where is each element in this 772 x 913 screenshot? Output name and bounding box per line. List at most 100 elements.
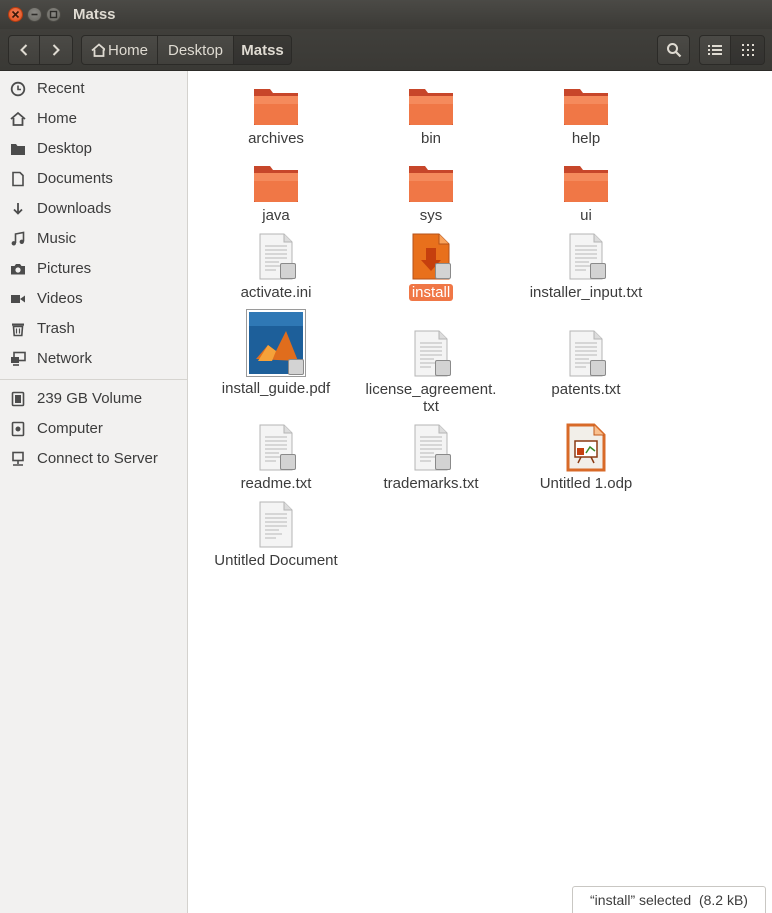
maximize-window-button[interactable]: [46, 7, 61, 22]
sidebar-item-computer[interactable]: Computer: [0, 414, 187, 444]
toolbar: Home Desktop Matss: [0, 29, 772, 71]
forward-button[interactable]: [39, 35, 73, 65]
file-item-install[interactable]: install: [356, 232, 506, 302]
text-file-icon: [564, 329, 608, 378]
text-file-icon: [254, 500, 298, 549]
list-view-button[interactable]: [699, 35, 731, 65]
file-name: install: [408, 284, 454, 301]
folder-icon: [407, 85, 455, 127]
file-item-java[interactable]: java: [201, 162, 351, 224]
breadcrumb-home[interactable]: Home: [81, 35, 158, 65]
breadcrumb-current[interactable]: Matss: [233, 35, 292, 65]
breadcrumb-desktop[interactable]: Desktop: [157, 35, 234, 65]
file-name: java: [262, 207, 290, 224]
file-item-untitled-1-odp[interactable]: Untitled 1.odp: [511, 423, 661, 492]
maximize-icon: [49, 10, 58, 19]
close-window-button[interactable]: [8, 7, 23, 22]
file-item-sys[interactable]: sys: [356, 162, 506, 224]
drive-icon: [10, 391, 26, 407]
sidebar-item-connect-to-server[interactable]: Connect to Server: [0, 444, 187, 474]
lock-icon: [280, 454, 296, 470]
sidebar-item-recent[interactable]: Recent: [0, 74, 187, 104]
computer-icon: [10, 421, 26, 437]
text-file-icon: [409, 329, 453, 378]
sidebar-item-videos[interactable]: Videos: [0, 284, 187, 314]
grid-view-button[interactable]: [730, 35, 765, 65]
sidebar-item-pictures[interactable]: Pictures: [0, 254, 187, 284]
installer-icon: [409, 232, 453, 281]
file-name: archives: [248, 130, 304, 147]
folder-icon: [10, 141, 26, 157]
file-name: activate.ini: [240, 284, 312, 301]
sidebar-item-label: Connect to Server: [37, 450, 158, 467]
file-name: trademarks.txt: [383, 475, 479, 492]
file-name: install_guide.pdf: [221, 380, 331, 397]
file-item-untitled-document[interactable]: Untitled Document: [201, 500, 351, 569]
file-name: help: [571, 130, 601, 147]
home-icon: [91, 43, 105, 57]
sidebar-item-label: 239 GB Volume: [37, 390, 143, 407]
sidebar-item-label: Home: [37, 110, 78, 127]
file-item-archives[interactable]: archives: [201, 85, 351, 147]
sidebar-item-label: Network: [37, 350, 93, 367]
search-icon: [666, 43, 681, 58]
file-item-trademarks-txt[interactable]: trademarks.txt: [356, 423, 506, 492]
chevron-right-icon: [52, 44, 60, 56]
pdf-thumbnail-icon: [246, 309, 306, 377]
sidebar-item-downloads[interactable]: Downloads: [0, 194, 187, 224]
sidebar-item-label: Music: [37, 230, 77, 247]
folder-icon: [252, 85, 300, 127]
grid-view-icon: [741, 44, 754, 56]
file-name: bin: [420, 130, 442, 147]
title-bar: Matss: [0, 0, 772, 29]
file-name: installer_input.txt: [529, 284, 643, 301]
file-name: patents.txt: [551, 381, 621, 398]
file-view[interactable]: archives bin help java sys ui activate.i…: [189, 71, 772, 913]
file-item-readme-txt[interactable]: readme.txt: [201, 423, 351, 492]
sidebar-item-network[interactable]: Network: [0, 344, 187, 374]
sidebar-item-desktop[interactable]: Desktop: [0, 134, 187, 164]
status-text: “install” selected (8.2 kB): [590, 892, 748, 908]
sidebar-item-documents[interactable]: Documents: [0, 164, 187, 194]
sidebar-item-label: Downloads: [37, 200, 112, 217]
file-item-installer-input-txt[interactable]: installer_input.txt: [511, 232, 661, 301]
sidebar-item-label: Videos: [37, 290, 83, 307]
search-button[interactable]: [657, 35, 690, 65]
minimize-window-button[interactable]: [27, 7, 42, 22]
file-item-activate-ini[interactable]: activate.ini: [201, 232, 351, 301]
file-name: ui: [580, 207, 592, 224]
window-title: Matss: [73, 6, 116, 23]
breadcrumb-current-label: Matss: [241, 41, 284, 59]
file-item-patents-txt[interactable]: patents.txt: [511, 329, 661, 398]
folder-icon: [562, 85, 610, 127]
breadcrumb-home-label: Home: [107, 41, 148, 59]
file-item-help[interactable]: help: [511, 85, 661, 147]
file-item-ui[interactable]: ui: [511, 162, 661, 224]
lock-icon: [435, 263, 451, 279]
network-icon: [10, 351, 26, 367]
lock-icon: [288, 359, 304, 375]
sidebar-item-trash[interactable]: Trash: [0, 314, 187, 344]
file-item-license-agreement-txt[interactable]: license_agreement. txt: [356, 329, 506, 415]
sidebar-separator: [0, 379, 187, 380]
lock-icon: [590, 360, 606, 376]
sidebar-item-label: Pictures: [37, 260, 92, 277]
file-item-install-guide-pdf[interactable]: install_guide.pdf: [201, 309, 351, 397]
sidebar-item-music[interactable]: Music: [0, 224, 187, 254]
file-name: sys: [419, 207, 443, 224]
sidebar: Recent Home Desktop Documents Downloads …: [0, 71, 188, 913]
camera-icon: [10, 261, 26, 277]
back-button[interactable]: [8, 35, 40, 65]
breadcrumb-desktop-label: Desktop: [167, 41, 224, 59]
sidebar-item-label: Recent: [37, 80, 85, 97]
video-icon: [10, 291, 26, 307]
home-icon: [10, 111, 26, 127]
download-icon: [10, 201, 26, 217]
file-name: readme.txt: [240, 475, 312, 492]
folder-icon: [562, 162, 610, 204]
file-item-bin[interactable]: bin: [356, 85, 506, 147]
sidebar-item-label: Documents: [37, 170, 113, 187]
sidebar-item-volume[interactable]: 239 GB Volume: [0, 384, 187, 414]
sidebar-item-home[interactable]: Home: [0, 104, 187, 134]
text-file-icon: [254, 423, 298, 472]
